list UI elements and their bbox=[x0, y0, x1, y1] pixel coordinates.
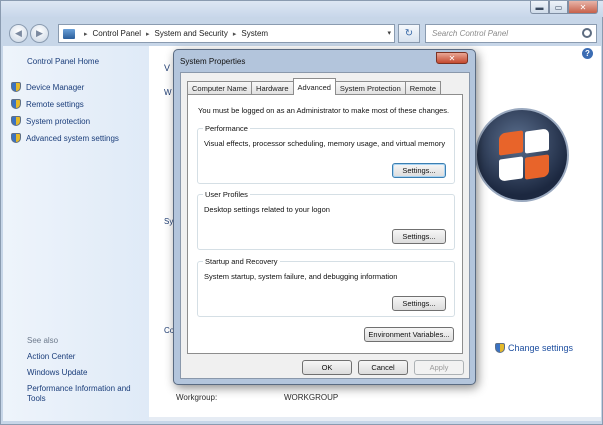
user-profiles-title: User Profiles bbox=[203, 190, 250, 199]
close-icon: ✕ bbox=[448, 53, 456, 63]
sidebar-item-label: Remote settings bbox=[26, 99, 84, 109]
minimize-icon: ▬ bbox=[535, 2, 544, 12]
system-window: ▬ ▭ ✕ ◀ ▶ ▸ Control Panel ▸ System and S… bbox=[0, 0, 603, 425]
startup-recovery-description: System startup, system failure, and debu… bbox=[204, 272, 398, 281]
help-icon[interactable]: ? bbox=[582, 48, 593, 59]
forward-button[interactable]: ▶ bbox=[30, 24, 49, 43]
forward-arrow-icon: ▶ bbox=[36, 28, 43, 38]
heading-fragment: V bbox=[164, 63, 171, 73]
maximize-button[interactable]: ▭ bbox=[549, 1, 568, 14]
dialog-title: System Properties bbox=[180, 57, 246, 66]
ok-button[interactable]: OK bbox=[302, 360, 352, 375]
change-settings-label: Change settings bbox=[508, 343, 574, 353]
performance-information-link[interactable]: Performance Information and Tools bbox=[27, 384, 145, 404]
close-button[interactable]: ✕ bbox=[568, 1, 598, 14]
minimize-button[interactable]: ▬ bbox=[530, 1, 549, 14]
shield-icon bbox=[11, 116, 21, 126]
tab-advanced[interactable]: Advanced bbox=[292, 78, 336, 95]
sidebar-item-label: Advanced system settings bbox=[26, 133, 119, 143]
caption-buttons: ▬ ▭ ✕ bbox=[530, 1, 598, 14]
user-profiles-description: Desktop settings related to your logon bbox=[204, 205, 330, 214]
user-profiles-settings-button[interactable]: Settings... bbox=[392, 229, 446, 244]
workgroup-value: WORKGROUP bbox=[284, 393, 339, 402]
apply-button[interactable]: Apply bbox=[414, 360, 464, 375]
refresh-button[interactable]: ↻ bbox=[398, 24, 420, 43]
title-bar[interactable]: ▬ ▭ ✕ bbox=[1, 1, 603, 17]
startup-recovery-group: Startup and Recovery System startup, sys… bbox=[197, 257, 455, 317]
left-navigation-pane: Control Panel Home Device Manager Remote… bbox=[3, 46, 149, 421]
close-icon: ✕ bbox=[579, 2, 587, 12]
environment-variables-button[interactable]: Environment Variables... bbox=[364, 327, 454, 342]
cancel-button[interactable]: Cancel bbox=[358, 360, 408, 375]
back-arrow-icon: ◀ bbox=[15, 28, 22, 38]
search-input[interactable]: Search Control Panel bbox=[425, 24, 597, 43]
refresh-icon: ↻ bbox=[404, 28, 414, 39]
dialog-close-button[interactable]: ✕ bbox=[436, 52, 468, 64]
shield-icon bbox=[11, 82, 21, 92]
tab-strip: Computer Name Hardware Advanced System P… bbox=[187, 78, 442, 95]
change-settings-link[interactable]: Change settings bbox=[495, 343, 573, 353]
search-icon[interactable] bbox=[582, 28, 592, 38]
search-placeholder: Search Control Panel bbox=[432, 29, 509, 38]
tab-remote[interactable]: Remote bbox=[404, 81, 442, 95]
control-panel-home-link[interactable]: Control Panel Home bbox=[27, 57, 99, 66]
windows-logo-icon bbox=[475, 108, 569, 202]
sidebar-item-label: Device Manager bbox=[26, 82, 85, 92]
status-bar bbox=[149, 417, 601, 421]
sidebar-item-label: System protection bbox=[26, 116, 91, 126]
back-button[interactable]: ◀ bbox=[9, 24, 28, 43]
section-fragment: W bbox=[164, 88, 172, 97]
performance-title: Performance bbox=[203, 124, 250, 133]
performance-description: Visual effects, processor scheduling, me… bbox=[204, 139, 446, 148]
startup-recovery-settings-button[interactable]: Settings... bbox=[392, 296, 446, 311]
workgroup-label: Workgroup: bbox=[176, 393, 218, 402]
shield-icon bbox=[11, 99, 21, 109]
advanced-tab-panel: You must be logged on as an Administrato… bbox=[187, 94, 463, 354]
chevron-right-icon: ▸ bbox=[84, 30, 88, 38]
performance-settings-button[interactable]: Settings... bbox=[392, 163, 446, 178]
breadcrumb-control-panel[interactable]: Control Panel bbox=[93, 29, 141, 38]
chevron-right-icon: ▸ bbox=[146, 30, 150, 38]
tab-hardware[interactable]: Hardware bbox=[251, 81, 294, 95]
shield-icon bbox=[11, 133, 21, 143]
maximize-icon: ▭ bbox=[554, 2, 563, 12]
administrator-note: You must be logged on as an Administrato… bbox=[198, 106, 450, 115]
see-also-heading: See also bbox=[27, 336, 59, 345]
address-bar[interactable]: ▸ Control Panel ▸ System and Security ▸ … bbox=[58, 24, 395, 43]
control-panel-icon bbox=[63, 28, 75, 39]
startup-recovery-title: Startup and Recovery bbox=[203, 257, 280, 266]
chevron-down-icon[interactable]: ▾ bbox=[387, 29, 391, 37]
navigation-bar: ◀ ▶ ▸ Control Panel ▸ System and Securit… bbox=[1, 19, 603, 47]
tab-computer-name[interactable]: Computer Name bbox=[187, 81, 253, 95]
tab-system-protection[interactable]: System Protection bbox=[334, 81, 406, 95]
sidebar-item-remote-settings[interactable]: Remote settings bbox=[11, 98, 84, 110]
sidebar-item-advanced-system-settings[interactable]: Advanced system settings bbox=[11, 132, 119, 144]
system-properties-dialog: System Properties ✕ Computer Name Hardwa… bbox=[173, 49, 476, 385]
sidebar-item-device-manager[interactable]: Device Manager bbox=[11, 81, 84, 93]
chevron-right-icon: ▸ bbox=[232, 30, 237, 38]
section-fragment: Sy bbox=[164, 217, 174, 226]
windows-update-link[interactable]: Windows Update bbox=[27, 368, 145, 378]
breadcrumb-system[interactable]: System bbox=[241, 29, 268, 38]
user-profiles-group: User Profiles Desktop settings related t… bbox=[197, 190, 455, 250]
dialog-body: Computer Name Hardware Advanced System P… bbox=[180, 72, 470, 379]
sidebar-item-system-protection[interactable]: System protection bbox=[11, 115, 90, 127]
breadcrumb-system-and-security[interactable]: System and Security bbox=[155, 29, 228, 38]
shield-icon bbox=[495, 343, 505, 353]
performance-group: Performance Visual effects, processor sc… bbox=[197, 124, 455, 184]
action-center-link[interactable]: Action Center bbox=[27, 352, 145, 362]
